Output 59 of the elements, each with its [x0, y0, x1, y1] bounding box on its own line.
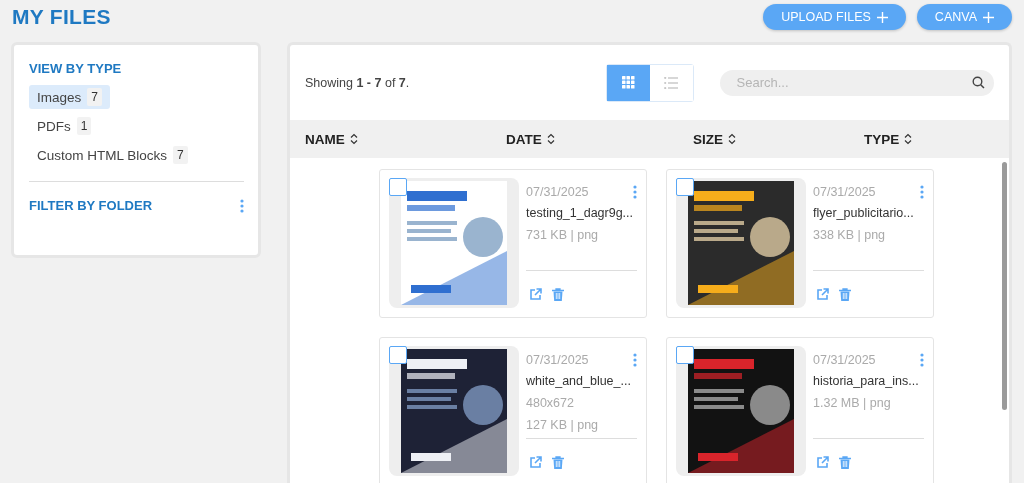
checkbox[interactable] [389, 346, 407, 364]
file-date: 07/31/2025 [526, 185, 589, 199]
sort-icon [904, 133, 913, 145]
more-icon[interactable] [240, 198, 244, 213]
open-external-icon[interactable] [529, 288, 542, 301]
page-title: MY FILES [12, 5, 112, 29]
column-header[interactable]: NAME [305, 131, 345, 147]
more-icon[interactable] [633, 185, 637, 199]
results-count: Showing 1 - 7 of 7. [305, 75, 411, 90]
file-name: testing_1_dagr9g... [526, 206, 635, 220]
column-header[interactable]: TYPE [864, 131, 900, 147]
more-icon[interactable] [633, 353, 637, 367]
checkbox[interactable] [389, 178, 407, 196]
plus-icon [983, 11, 994, 23]
file-size: 338 KB | png [813, 228, 887, 242]
section-title: VIEW BY TYPE [29, 61, 123, 76]
more-icon[interactable] [920, 185, 924, 199]
file-date: 07/31/2025 [813, 353, 876, 367]
file-date: 07/31/2025 [526, 353, 589, 367]
file-date: 07/31/2025 [813, 185, 876, 199]
count-badge: 7 [173, 146, 188, 164]
type-label: Images [37, 89, 82, 105]
trash-icon[interactable] [552, 456, 564, 469]
file-name: historia_para_ins... [813, 374, 920, 388]
file-size: 731 KB | png [526, 228, 600, 242]
column-header[interactable]: DATE [506, 131, 542, 147]
count-badge: 1 [76, 117, 92, 135]
open-external-icon[interactable] [816, 288, 829, 301]
grid-icon [621, 76, 635, 89]
search-icon [972, 76, 985, 89]
more-icon[interactable] [920, 353, 924, 367]
file-size: 127 KB | png [526, 418, 600, 432]
search-field[interactable]: Search... [719, 69, 994, 96]
sort-icon [349, 133, 358, 145]
file-dimensions: 480x672 [526, 396, 575, 410]
checkbox[interactable] [676, 178, 694, 196]
sort-icon [546, 133, 555, 145]
open-external-icon[interactable] [816, 456, 829, 469]
column-header[interactable]: SIZE [693, 131, 723, 147]
type-filter-item[interactable]: Custom HTML Blocks 7 [29, 143, 196, 167]
type-label: PDFs [37, 118, 71, 134]
trash-icon[interactable] [839, 288, 851, 301]
checkbox[interactable] [676, 346, 694, 364]
file-size: 1.32 MB | png [813, 396, 892, 410]
file-name: white_and_blue_... [526, 374, 632, 388]
list-icon [664, 76, 678, 89]
grid-view-button[interactable] [606, 64, 650, 101]
type-filter-item[interactable]: Images 7 [29, 85, 110, 109]
scrollbar-thumb[interactable] [1001, 162, 1007, 410]
open-external-icon[interactable] [529, 456, 542, 469]
sort-icon [728, 133, 736, 145]
type-filter-item[interactable]: PDFs 1 [29, 114, 100, 138]
count-badge: 7 [87, 88, 102, 106]
plus-icon [876, 11, 888, 23]
trash-icon[interactable] [552, 288, 564, 301]
trash-icon[interactable] [839, 456, 851, 469]
section-title: FILTER BY FOLDER [29, 198, 153, 213]
type-label: Custom HTML Blocks [37, 147, 168, 163]
file-name: flyer_publicitario... [813, 206, 915, 220]
